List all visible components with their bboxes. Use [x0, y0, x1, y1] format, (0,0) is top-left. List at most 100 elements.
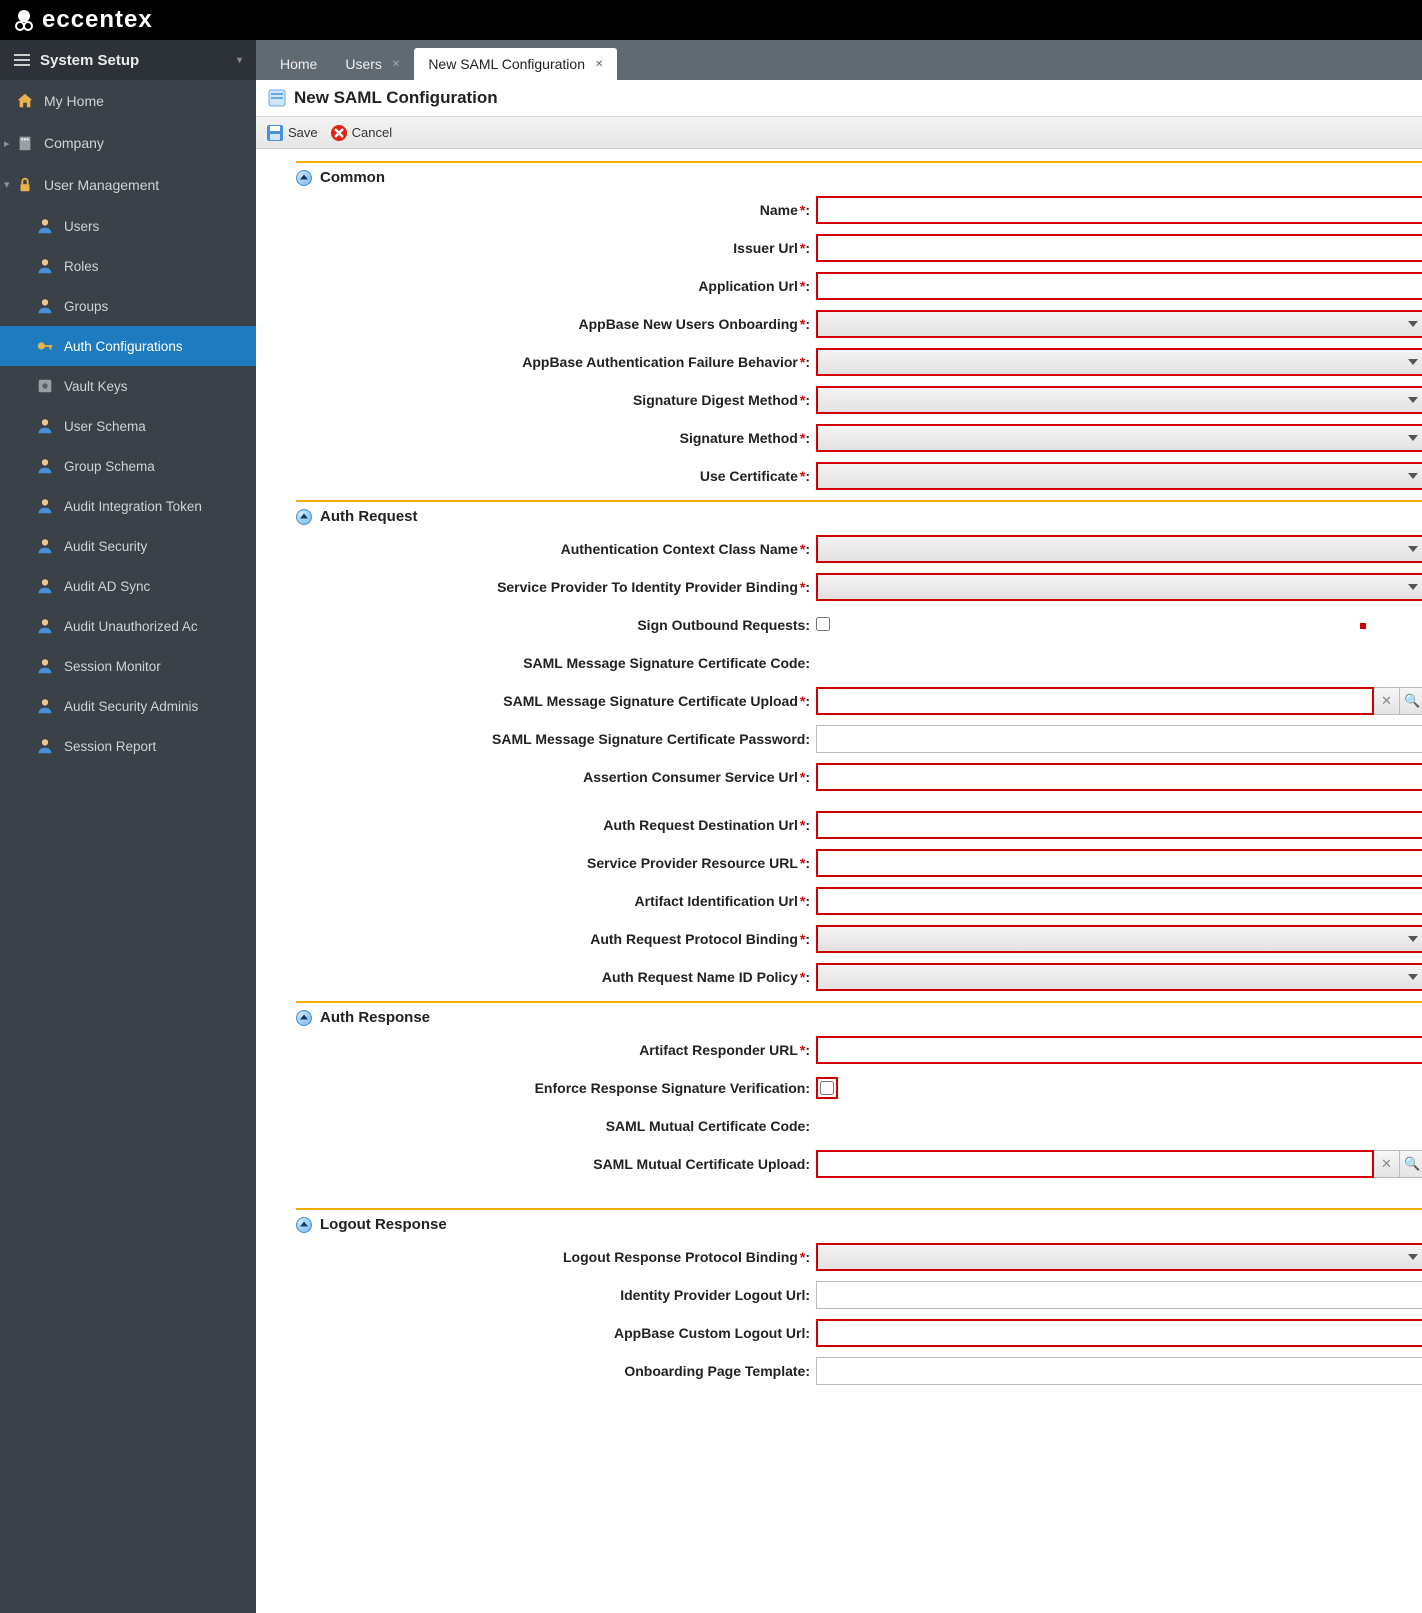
- collapse-icon[interactable]: [296, 1010, 312, 1026]
- label-ctxclass: Authentication Context Class Name: [561, 541, 798, 557]
- sidebar-item-audit-unauthorized-ac[interactable]: Audit Unauthorized Ac: [0, 606, 256, 646]
- sidebar-item-groups[interactable]: Groups: [0, 286, 256, 326]
- label-protobind: Auth Request Protocol Binding: [590, 931, 798, 947]
- label-acsurl: Assertion Consumer Service Url: [583, 769, 798, 785]
- select-failure-behavior[interactable]: [816, 348, 1422, 376]
- sidebar-item-vault-keys[interactable]: Vault Keys: [0, 366, 256, 406]
- section-header[interactable]: Logout Response: [296, 1216, 1422, 1233]
- building-icon: [16, 134, 34, 152]
- input-onboarding-template[interactable]: [816, 1357, 1422, 1385]
- cancel-button[interactable]: Cancel: [330, 124, 392, 142]
- sidebar-item-users[interactable]: Users: [0, 206, 256, 246]
- section-auth-response: Auth Response Artifact Responder URL*: E…: [296, 1001, 1422, 1178]
- toolbar: Save Cancel: [256, 117, 1422, 149]
- tab-users[interactable]: Users ✕: [331, 48, 414, 80]
- tab-home[interactable]: Home: [266, 48, 331, 80]
- section-header[interactable]: Auth Request: [296, 508, 1422, 525]
- label-spidp: Service Provider To Identity Provider Bi…: [497, 579, 798, 595]
- select-sp-idp-binding[interactable]: [816, 573, 1422, 601]
- input-name[interactable]: [816, 196, 1422, 224]
- close-icon[interactable]: ✕: [595, 59, 603, 70]
- lock-icon: [16, 176, 34, 194]
- label-artresp: Artifact Responder URL: [639, 1042, 798, 1058]
- browse-upload-button[interactable]: 🔍: [1400, 687, 1422, 715]
- sidebar-item-audit-integration-token[interactable]: Audit Integration Token: [0, 486, 256, 526]
- sidebar-item-session-monitor[interactable]: Session Monitor: [0, 646, 256, 686]
- sidebar-header[interactable]: System Setup ▾: [0, 40, 256, 80]
- browse-upload-button[interactable]: 🔍: [1400, 1150, 1422, 1178]
- cancel-icon: [330, 124, 348, 142]
- input-artifact-id-url[interactable]: [816, 887, 1422, 915]
- sidebar-label: Session Monitor: [64, 659, 161, 674]
- tab-label: Users: [345, 56, 382, 72]
- select-logout-protocol-binding[interactable]: [816, 1243, 1422, 1271]
- input-artifact-responder-url[interactable]: [816, 1036, 1422, 1064]
- input-sig-cert-upload[interactable]: [816, 687, 1374, 715]
- key-icon: [36, 337, 54, 355]
- select-digest-method[interactable]: [816, 386, 1422, 414]
- label-onboard: AppBase New Users Onboarding: [578, 316, 797, 332]
- sidebar-item-user-schema[interactable]: User Schema: [0, 406, 256, 446]
- input-destination-url[interactable]: [816, 811, 1422, 839]
- label-mutcode: SAML Mutual Certificate Code:: [606, 1118, 810, 1134]
- input-appbase-logout-url[interactable]: [816, 1319, 1422, 1347]
- clear-upload-button[interactable]: ✕: [1374, 1150, 1400, 1178]
- collapse-icon[interactable]: [296, 509, 312, 525]
- select-context-class[interactable]: [816, 535, 1422, 563]
- section-header[interactable]: Common: [296, 169, 1422, 186]
- checkbox-sign-outbound[interactable]: [816, 617, 830, 631]
- collapse-icon[interactable]: [296, 1217, 312, 1233]
- collapse-icon[interactable]: [296, 170, 312, 186]
- sidebar-label: Audit Integration Token: [64, 499, 202, 514]
- user-icon: [36, 737, 54, 755]
- label-appbaselogout: AppBase Custom Logout Url:: [614, 1325, 810, 1341]
- page-title-row: New SAML Configuration: [256, 80, 1422, 117]
- sidebar-item-group-schema[interactable]: Group Schema: [0, 446, 256, 486]
- user-icon: [36, 697, 54, 715]
- sidebar-label: My Home: [44, 93, 104, 109]
- input-sig-cert-password[interactable]: [816, 725, 1422, 753]
- input-mutual-cert-upload[interactable]: [816, 1150, 1374, 1178]
- input-application-url[interactable]: [816, 272, 1422, 300]
- input-issuer-url[interactable]: [816, 234, 1422, 262]
- select-onboarding[interactable]: [816, 310, 1422, 338]
- sidebar-item-session-report[interactable]: Session Report: [0, 726, 256, 766]
- sidebar-item-auth-configurations[interactable]: Auth Configurations: [0, 326, 256, 366]
- clear-upload-button[interactable]: ✕: [1374, 687, 1400, 715]
- sidebar-item-audit-security-adminis[interactable]: Audit Security Adminis: [0, 686, 256, 726]
- sidebar-item-my-home[interactable]: My Home: [0, 80, 256, 122]
- chevron-down-icon: ▾: [237, 55, 242, 66]
- sidebar-label: Audit Security Adminis: [64, 699, 198, 714]
- sidebar-label: User Schema: [64, 419, 146, 434]
- input-idp-logout-url[interactable]: [816, 1281, 1422, 1309]
- label-desturl: Auth Request Destination Url: [603, 817, 797, 833]
- page-title: New SAML Configuration: [294, 88, 498, 108]
- sidebar: System Setup ▾ My Home ▸ Company ▾ User …: [0, 40, 256, 1613]
- hamburger-icon: [14, 54, 30, 66]
- select-protocol-binding[interactable]: [816, 925, 1422, 953]
- label-usecert: Use Certificate: [700, 468, 798, 484]
- label-nameid: Auth Request Name ID Policy: [602, 969, 798, 985]
- save-button[interactable]: Save: [266, 124, 318, 142]
- sidebar-item-user-management[interactable]: ▾ User Management: [0, 164, 256, 206]
- sidebar-item-audit-security[interactable]: Audit Security: [0, 526, 256, 566]
- sidebar-label: Session Report: [64, 739, 156, 754]
- sidebar-label: Roles: [64, 259, 99, 274]
- label-idplogout: Identity Provider Logout Url:: [620, 1287, 810, 1303]
- close-icon[interactable]: ✕: [392, 59, 400, 70]
- input-acs-url[interactable]: [816, 763, 1422, 791]
- user-icon: [36, 217, 54, 235]
- checkbox-enforce-sig-verify[interactable]: [820, 1081, 834, 1095]
- select-use-certificate[interactable]: [816, 462, 1422, 490]
- user-icon: [36, 617, 54, 635]
- label-mutupload: SAML Mutual Certificate Upload:: [593, 1156, 810, 1172]
- sidebar-item-roles[interactable]: Roles: [0, 246, 256, 286]
- input-sp-resource-url[interactable]: [816, 849, 1422, 877]
- tab-new-saml[interactable]: New SAML Configuration✕: [414, 48, 617, 80]
- select-signature-method[interactable]: [816, 424, 1422, 452]
- sidebar-item-company[interactable]: ▸ Company: [0, 122, 256, 164]
- select-nameid-policy[interactable]: [816, 963, 1422, 991]
- section-header[interactable]: Auth Response: [296, 1009, 1422, 1026]
- sidebar-item-audit-ad-sync[interactable]: Audit AD Sync: [0, 566, 256, 606]
- section-title: Common: [320, 169, 385, 186]
